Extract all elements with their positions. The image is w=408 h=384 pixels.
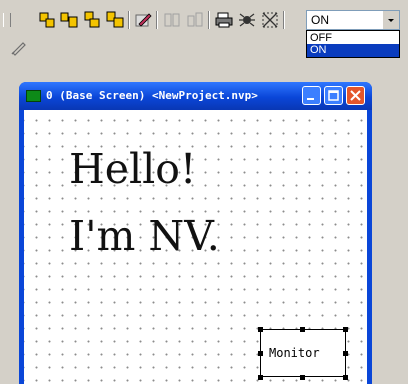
state-dropdown[interactable]: ON <box>306 10 400 30</box>
disabled-icon <box>187 12 203 27</box>
align-icon[interactable] <box>38 11 56 29</box>
text-object-hello[interactable]: Hello! <box>69 145 196 193</box>
toolbar-separator <box>156 11 158 29</box>
screen-canvas[interactable]: Hello! I'm NV. Monitor <box>24 110 367 384</box>
resize-handle[interactable] <box>300 327 305 332</box>
application: ON OFF ON 0 (Base Screen) <NewProject.nv… <box>0 0 408 384</box>
screen-window: 0 (Base Screen) <NewProject.nvp> Hello! … <box>19 82 372 384</box>
maximize-button[interactable] <box>324 86 343 105</box>
resize-handle[interactable] <box>300 375 305 380</box>
edit-icon[interactable] <box>134 11 152 29</box>
toolbar: ON OFF ON <box>0 0 408 64</box>
toolbar-grip[interactable] <box>3 13 11 27</box>
pen-icon[interactable] <box>10 38 28 56</box>
group-icon[interactable] <box>60 11 78 29</box>
copy-icon[interactable] <box>106 11 124 29</box>
resize-handle[interactable] <box>343 375 348 380</box>
toolbar-separator <box>208 11 210 29</box>
print-icon[interactable] <box>215 11 233 29</box>
text-object-nv[interactable]: I'm NV. <box>69 212 220 260</box>
minimize-button[interactable] <box>302 86 321 105</box>
close-button[interactable] <box>346 86 365 105</box>
toolbar-separator <box>283 11 285 29</box>
layer-icon[interactable] <box>83 11 101 29</box>
window-title: 0 (Base Screen) <NewProject.nvp> <box>46 89 258 102</box>
resize-handle[interactable] <box>343 351 348 356</box>
chevron-down-icon[interactable] <box>383 11 399 29</box>
monitor-label: Monitor <box>269 346 320 360</box>
window-titlebar[interactable]: 0 (Base Screen) <NewProject.nvp> <box>19 82 372 110</box>
resize-handle[interactable] <box>258 375 263 380</box>
bug-icon[interactable] <box>238 11 256 29</box>
resize-handle[interactable] <box>343 327 348 332</box>
screen-icon <box>26 90 41 102</box>
minimize-icon <box>307 98 314 100</box>
resize-handle[interactable] <box>258 351 263 356</box>
grid-icon[interactable] <box>261 11 279 29</box>
maximize-icon <box>328 90 339 101</box>
close-icon <box>350 90 361 101</box>
monitor-object[interactable]: Monitor <box>260 329 346 377</box>
resize-handle[interactable] <box>258 327 263 332</box>
option-on[interactable]: ON <box>307 44 399 57</box>
toolbar-separator <box>128 11 130 29</box>
state-dropdown-list: OFF ON <box>306 30 400 58</box>
state-dropdown-value: ON <box>311 13 329 27</box>
disabled-icon <box>164 13 180 27</box>
